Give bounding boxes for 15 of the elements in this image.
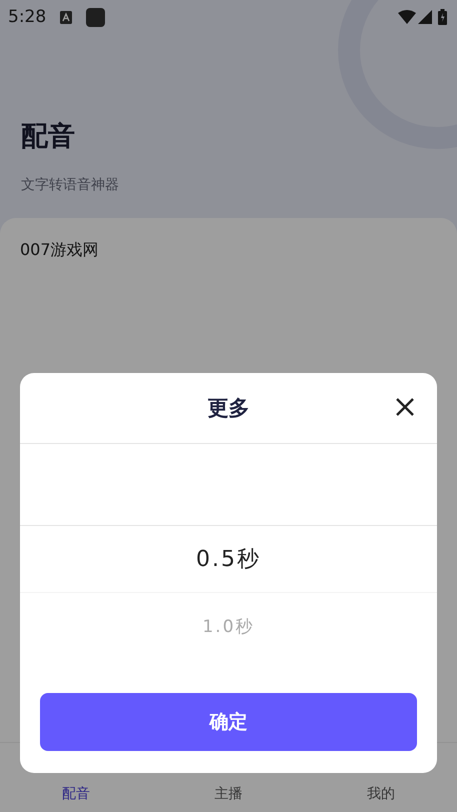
page-title: 配音 [21, 120, 76, 154]
app-icon [86, 8, 106, 26]
nav-tab[interactable]: 主播 [152, 784, 305, 804]
confirm-button[interactable]: 确定 [40, 693, 417, 751]
status-time: 5:28 [8, 7, 46, 27]
card-text: 007游戏网 [20, 240, 99, 259]
nav-tab[interactable]: 配音 [0, 784, 152, 804]
keyboard-icon [60, 10, 72, 24]
page-subtitle: 文字转语音神器 [21, 176, 120, 194]
dialog-title: 更多 [208, 395, 250, 422]
picker-option[interactable]: 0.5秒 [196, 544, 261, 574]
battery-icon [438, 9, 447, 25]
nav-tab[interactable]: 我的 [304, 784, 457, 804]
wifi-icon [398, 10, 416, 24]
signal-icon [418, 10, 432, 24]
